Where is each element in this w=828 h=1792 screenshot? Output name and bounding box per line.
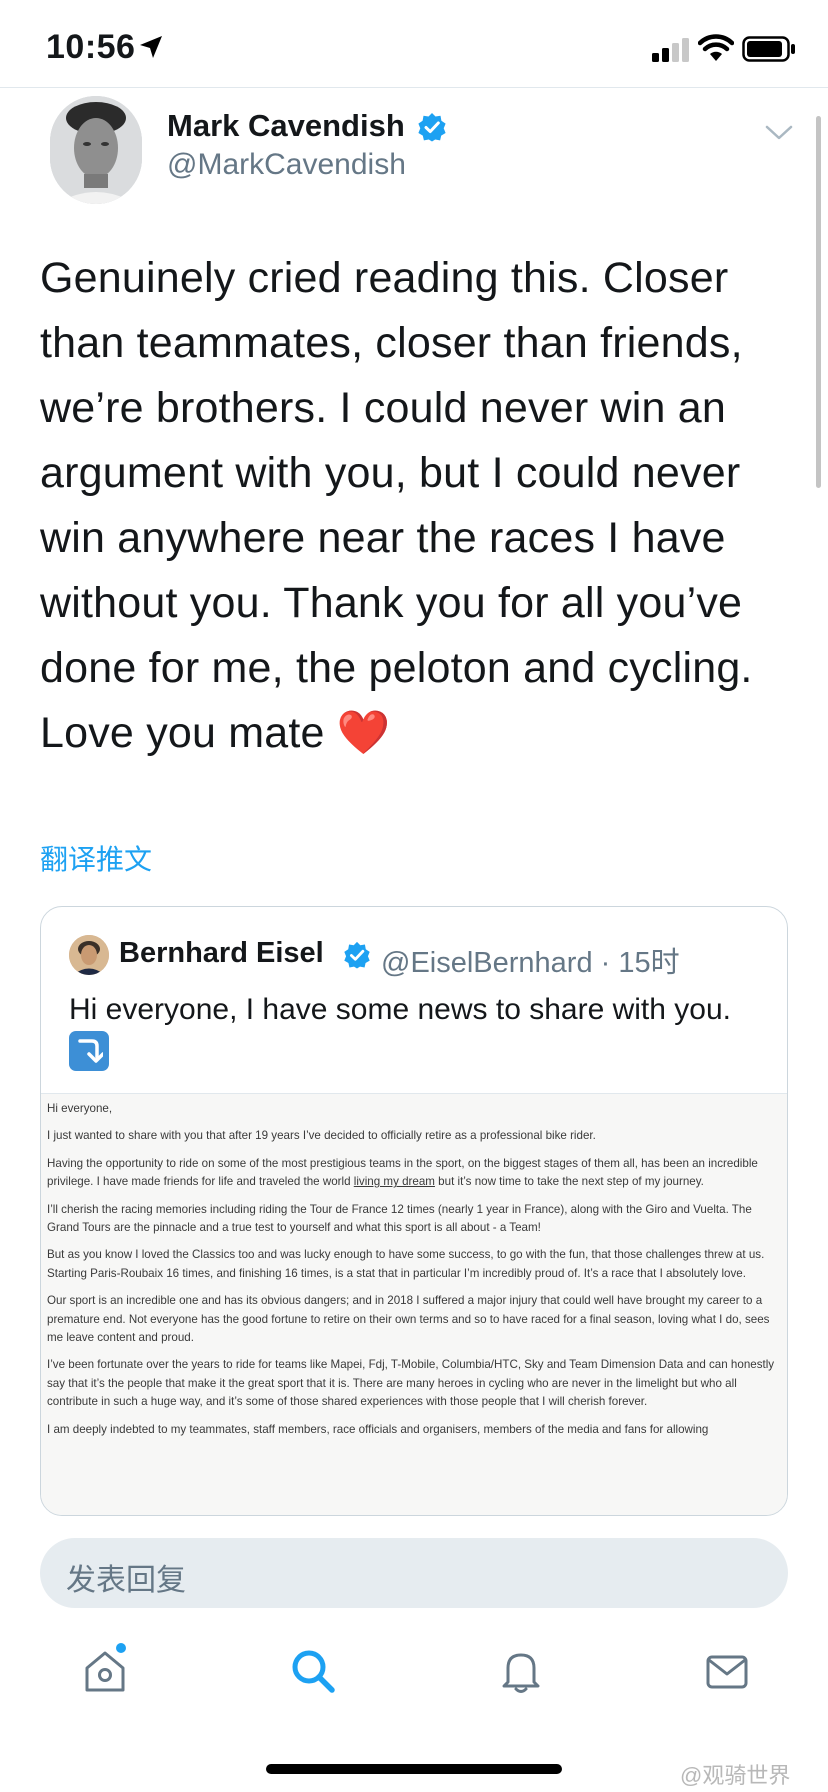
- down-arrow-emoji-icon: [69, 1031, 109, 1071]
- author-name[interactable]: Mark Cavendish: [167, 108, 405, 144]
- wifi-icon: [698, 34, 734, 61]
- verified-badge-icon: [418, 113, 446, 142]
- tweet-body: Genuinely cried reading this. Closer tha…: [40, 254, 753, 757]
- letter-underlined-phrase: living my dream: [353, 1175, 435, 1189]
- tweet-detail-screen: 10:56 Mark Cavendish @MarkCavendish Genu…: [0, 0, 828, 1792]
- home-icon[interactable]: [82, 1648, 128, 1694]
- retirement-letter-image[interactable]: Hi everyone, I just wanted to share with…: [41, 1093, 787, 1515]
- author-handle[interactable]: @MarkCavendish: [167, 148, 406, 182]
- quoted-tweet-card[interactable]: Bernhard Eisel @EiselBernhard · 15时 Hi e…: [40, 906, 788, 1516]
- home-indicator[interactable]: [266, 1764, 562, 1774]
- search-icon[interactable]: [290, 1648, 336, 1694]
- watermark: @观骑世界: [680, 1763, 791, 1788]
- letter-paragraph: Our sport is an incredible one and has i…: [47, 1294, 770, 1345]
- location-arrow-icon: [140, 36, 162, 58]
- heart-emoji-icon: ❤️: [336, 709, 391, 757]
- status-bar: 10:56: [0, 0, 828, 88]
- letter-paragraph: I’ll cherish the racing memories includi…: [47, 1202, 752, 1235]
- mail-icon[interactable]: [704, 1648, 750, 1694]
- reply-placeholder: 发表回复: [66, 1564, 186, 1597]
- scrollbar[interactable]: [816, 116, 821, 488]
- letter-paragraph: I am deeply indebted to my teammates, st…: [47, 1422, 709, 1436]
- letter-paragraph: I just wanted to share with you that aft…: [47, 1129, 596, 1143]
- letter-paragraph: Having the opportunity to ride on some o…: [47, 1155, 783, 1192]
- status-time: 10:56: [46, 28, 136, 66]
- letter-paragraph: I’ve been fortunate over the years to ri…: [47, 1358, 775, 1409]
- new-content-dot: [116, 1643, 126, 1653]
- header-divider: [0, 87, 828, 88]
- battery-icon: [742, 36, 795, 62]
- tweet-text: Genuinely cried reading this. Closer tha…: [40, 246, 810, 766]
- verified-badge-icon: [344, 941, 370, 969]
- quoted-tweet-text: Hi everyone, I have some news to share w…: [69, 989, 759, 1075]
- quoted-author-handle: @EiselBernhard · 15时: [381, 947, 680, 979]
- translate-tweet-link[interactable]: 翻译推文: [40, 838, 152, 878]
- reply-input[interactable]: 发表回复: [40, 1538, 788, 1608]
- letter-fragment: but it’s now time to take the next step …: [434, 1175, 704, 1189]
- cellular-signal-icon: [652, 38, 689, 62]
- chevron-down-icon[interactable]: [764, 122, 794, 142]
- author-avatar[interactable]: [50, 96, 142, 204]
- quoted-author-avatar: [69, 935, 109, 975]
- letter-paragraph: Hi everyone,: [47, 1102, 113, 1115]
- bell-icon[interactable]: [498, 1648, 544, 1694]
- letter-paragraph: But as you know I loved the Classics too…: [47, 1248, 765, 1280]
- letter-text: Hi everyone, I just wanted to share with…: [47, 1100, 783, 1448]
- quoted-author-name: Bernhard Eisel: [119, 937, 324, 969]
- quoted-tweet-body: Hi everyone, I have some news to share w…: [69, 993, 731, 1026]
